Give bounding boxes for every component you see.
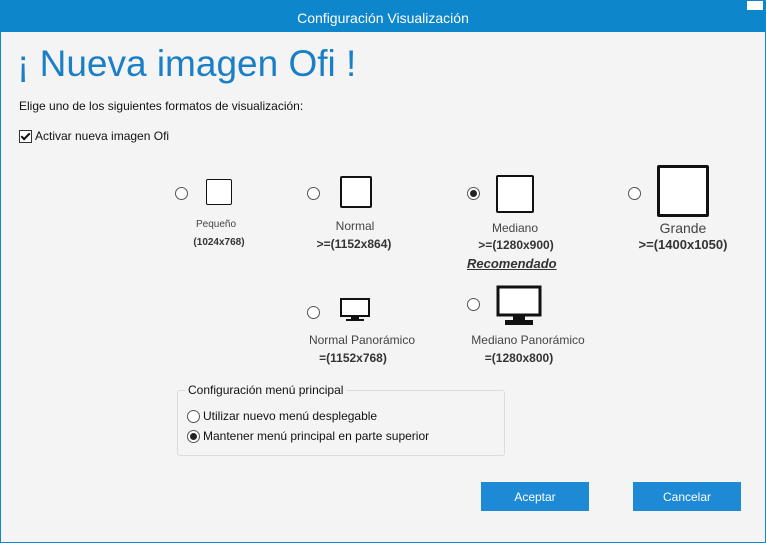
cancel-button[interactable]: Cancelar: [633, 482, 741, 511]
radio-normal-panoramico[interactable]: [307, 306, 320, 319]
format-res-normal: >=(1152x864): [316, 237, 392, 251]
title-bar: Configuración Visualización: [1, 1, 765, 32]
monitor-large-icon: [657, 165, 709, 217]
dialog-window: Configuración Visualización ¡ Nueva imag…: [0, 0, 766, 543]
format-label-normal: Normal: [335, 219, 375, 233]
menu-option-superior-label: Mantener menú principal en parte superio…: [203, 429, 430, 443]
widescreen-normal-icon: [340, 298, 370, 321]
radio-mediano-panoramico[interactable]: [467, 298, 480, 311]
recommended-label: Recomendado: [467, 256, 557, 271]
monitor-normal-icon: [340, 176, 372, 208]
menu-option-desplegable[interactable]: Utilizar nuevo menú desplegable: [187, 409, 377, 423]
instructions-text: Elige uno de los siguientes formatos de …: [19, 99, 304, 113]
format-label-mediano: Mediano: [491, 221, 539, 235]
radio-menu-desplegable[interactable]: [187, 409, 200, 423]
monitor-medium-icon: [496, 175, 534, 213]
radio-menu-superior[interactable]: [187, 429, 200, 443]
radio-mediano[interactable]: [467, 187, 480, 200]
menu-option-desplegable-label: Utilizar nuevo menú desplegable: [203, 409, 378, 423]
format-label-grande: Grande: [659, 220, 707, 236]
close-icon: [747, 1, 763, 10]
format-res-mediano-panoramico: =(1280x800): [484, 351, 554, 365]
radio-grande[interactable]: [628, 187, 641, 200]
close-button[interactable]: [739, 1, 765, 13]
format-label-mediano-panoramico: Mediano Panorámico: [471, 333, 585, 347]
page-title: ¡ Nueva imagen Ofi !: [17, 43, 357, 84]
format-res-normal-panoramico: =(1152x768): [319, 351, 387, 365]
format-res-grande: >=(1400x1050): [638, 237, 728, 252]
menu-option-superior[interactable]: Mantener menú principal en parte superio…: [187, 429, 429, 443]
format-res-pequeno: (1024x768): [193, 237, 245, 248]
radio-normal[interactable]: [307, 187, 320, 200]
monitor-small-icon: [206, 179, 232, 205]
activate-checkbox-label: Activar nueva imagen Ofi: [35, 129, 170, 143]
format-label-normal-panoramico: Normal Panorámico: [308, 333, 416, 347]
activate-checkbox-row[interactable]: Activar nueva imagen Ofi: [19, 129, 169, 143]
window-title: Configuración Visualización: [297, 10, 469, 26]
widescreen-medium-icon: [496, 285, 542, 325]
activate-checkbox[interactable]: [19, 129, 32, 143]
accept-button[interactable]: Aceptar: [481, 482, 589, 511]
menu-config-legend: Configuración menú principal: [185, 383, 347, 397]
menu-config-group: [177, 390, 505, 456]
format-res-mediano: >=(1280x900): [478, 238, 554, 252]
format-label-pequeno: Pequeño: [195, 219, 237, 230]
radio-pequeno[interactable]: [175, 187, 188, 200]
